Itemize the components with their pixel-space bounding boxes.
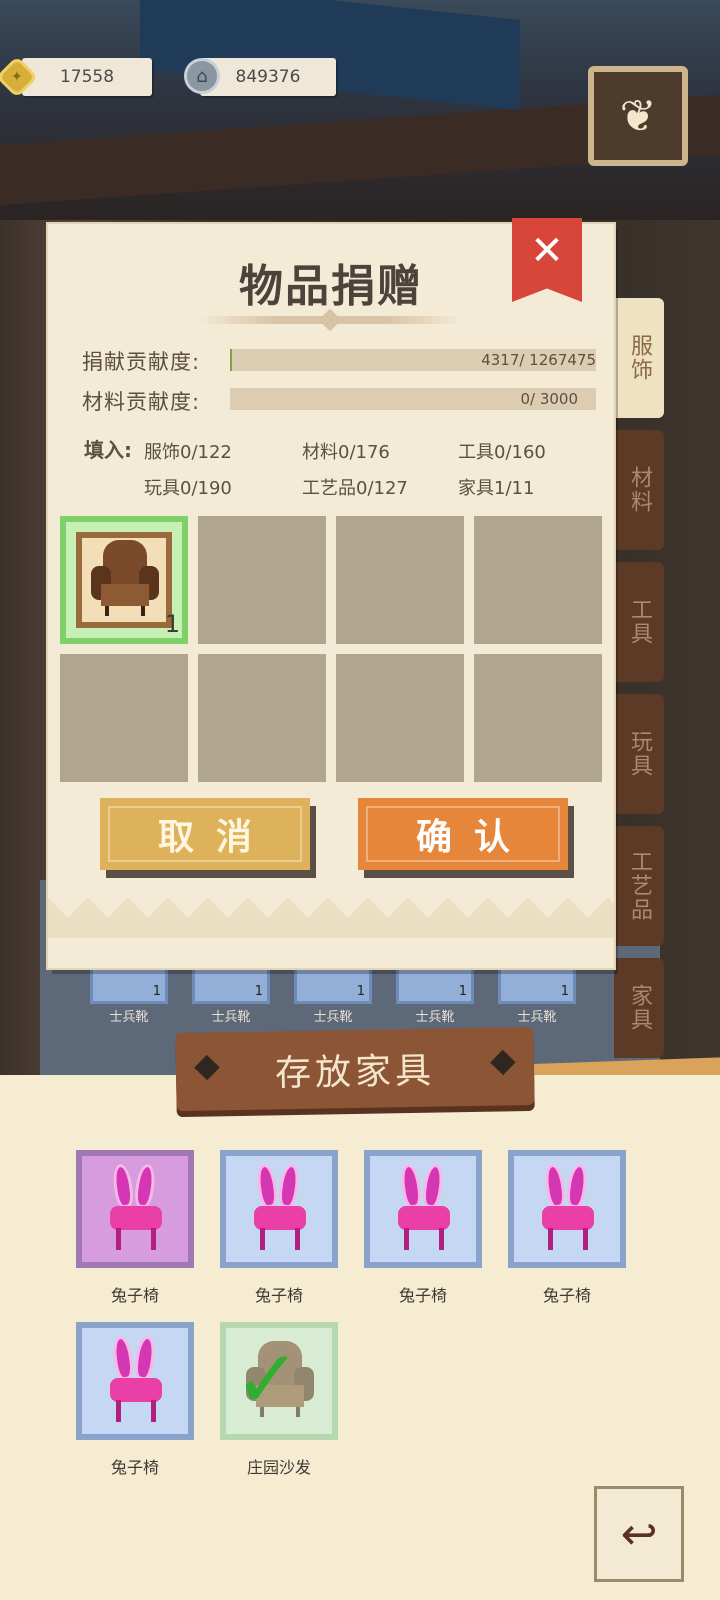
- tab-label: 工具: [627, 598, 652, 646]
- cabinet-item[interactable]: 1: [192, 962, 270, 1004]
- donation-dialog: 物品捐赠 ✕ 捐献贡献度: 4317/ 1267475 材料贡献度: 0/ 30…: [48, 218, 614, 968]
- item-frame: [76, 532, 172, 628]
- donation-progress-label: 捐献贡献度:: [82, 350, 201, 374]
- storage-item[interactable]: [76, 1322, 194, 1440]
- material-progress-value: 0/ 3000: [520, 390, 578, 408]
- tab-label: 材料: [627, 466, 652, 514]
- item-count: 1: [560, 984, 569, 999]
- donation-slot[interactable]: [60, 654, 188, 782]
- fill-toy: 玩具0/190: [144, 478, 232, 499]
- map-button[interactable]: ❦: [588, 66, 688, 166]
- tab-tool[interactable]: 工具: [614, 562, 664, 682]
- back-button[interactable]: ↩: [594, 1486, 684, 1582]
- nail-icon: [490, 1049, 516, 1076]
- bunny-chair-icon: [532, 1162, 602, 1254]
- cabinet-item-label: 士兵靴: [109, 1010, 149, 1025]
- donation-slot[interactable]: [474, 516, 602, 644]
- donation-slot[interactable]: 1: [60, 516, 188, 644]
- fill-craft: 工艺品0/127: [302, 478, 408, 499]
- donation-slot[interactable]: [336, 516, 464, 644]
- material-progress-label: 材料贡献度:: [82, 390, 201, 414]
- cabinet-item[interactable]: 1: [90, 962, 168, 1004]
- silver-coin-icon: ⌂: [184, 58, 220, 94]
- bunny-chair-icon: [244, 1162, 314, 1254]
- storage-title: 存放家具: [274, 1050, 436, 1095]
- cabinet-item-label: 士兵靴: [415, 1010, 455, 1025]
- donation-slot[interactable]: [198, 654, 326, 782]
- fill-material: 材料0/176: [302, 442, 390, 463]
- material-progress-bar: 0/ 3000: [230, 388, 596, 410]
- fill-furniture: 家具1/11: [458, 478, 535, 499]
- tab-toy[interactable]: 玩具: [614, 694, 664, 814]
- donation-slot[interactable]: [474, 654, 602, 782]
- cabinet-item-label: 士兵靴: [313, 1010, 353, 1025]
- donation-progress-fill: [230, 349, 232, 371]
- cabinet-item-label: 士兵靴: [211, 1010, 251, 1025]
- storage-item[interactable]: [364, 1150, 482, 1268]
- cabinet-item[interactable]: 1: [294, 962, 372, 1004]
- fill-in-label: 填入:: [84, 438, 132, 462]
- donation-slot[interactable]: [336, 654, 464, 782]
- donation-slot[interactable]: [198, 516, 326, 644]
- storage-item-label: 兔子椅: [542, 1286, 591, 1305]
- map-icon: ❦: [619, 90, 657, 142]
- cabinet-item[interactable]: 1: [498, 962, 576, 1004]
- storage-item-selected[interactable]: [76, 1150, 194, 1268]
- slot-count: 1: [164, 610, 180, 638]
- cabinet-item-label: 士兵靴: [517, 1010, 557, 1025]
- armchair-icon: [89, 540, 159, 620]
- bunny-chair-icon: [100, 1162, 170, 1254]
- cancel-button[interactable]: 取消: [100, 798, 310, 870]
- nail-icon: [194, 1054, 220, 1081]
- tab-label: 服饰: [627, 334, 652, 382]
- cabinet-item[interactable]: 1: [396, 962, 474, 1004]
- dialog-torn-edge: [48, 898, 614, 968]
- silver-amount: 849376: [235, 67, 301, 87]
- fill-clothing: 服饰0/122: [144, 442, 232, 463]
- tab-label: 家具: [627, 984, 652, 1032]
- tab-clothing[interactable]: 服饰: [614, 298, 664, 418]
- storage-item[interactable]: [220, 1150, 338, 1268]
- fill-tool: 工具0/160: [458, 442, 546, 463]
- bunny-chair-icon: [100, 1334, 170, 1426]
- gold-amount: 17558: [59, 67, 115, 87]
- tab-label: 工艺品: [627, 850, 652, 922]
- silver-counter: 849376: [200, 58, 336, 96]
- chest-return-icon: ↩: [620, 1508, 658, 1560]
- close-icon: ✕: [530, 228, 564, 274]
- check-icon: ✓: [234, 1333, 302, 1426]
- storage-item-label: 兔子椅: [110, 1286, 159, 1305]
- item-count: 1: [152, 984, 161, 999]
- storage-title-banner: 存放家具: [175, 1026, 535, 1112]
- storage-item-label: 兔子椅: [398, 1286, 447, 1305]
- donation-progress-value: 4317/ 1267475: [481, 351, 596, 369]
- storage-item-label: 兔子椅: [254, 1286, 303, 1305]
- tab-label: 玩具: [627, 730, 652, 778]
- tab-furniture[interactable]: 家具: [614, 958, 664, 1058]
- gold-counter: 17558: [22, 58, 152, 96]
- donation-progress-bar: 4317/ 1267475: [230, 349, 596, 371]
- tab-craft[interactable]: 工艺品: [614, 826, 664, 946]
- tab-material[interactable]: 材料: [614, 430, 664, 550]
- item-count: 1: [356, 984, 365, 999]
- item-count: 1: [458, 984, 467, 999]
- bunny-chair-icon: [388, 1162, 458, 1254]
- storage-item[interactable]: [508, 1150, 626, 1268]
- storage-item-label: 庄园沙发: [246, 1458, 311, 1477]
- item-count: 1: [254, 984, 263, 999]
- storage-item-added[interactable]: ✓: [220, 1322, 338, 1440]
- confirm-button[interactable]: 确认: [358, 798, 568, 870]
- storage-item-label: 兔子椅: [110, 1458, 159, 1477]
